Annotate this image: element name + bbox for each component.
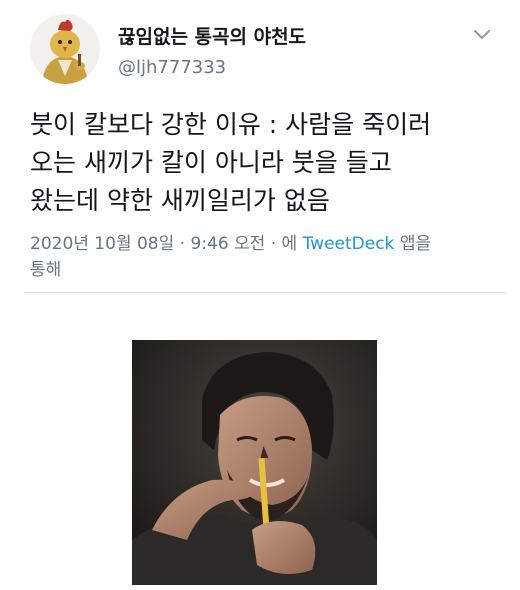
timestamp[interactable]: 2020년 10월 08일 · 9:46 오전 · 에 (30, 234, 297, 254)
source-app-link[interactable]: TweetDeck (303, 234, 395, 254)
display-name[interactable]: 끊임없는 통곡의 야천도 (118, 22, 306, 49)
tweet-card: 끊임없는 통곡의 야천도 @ljh777333 붓이 칼보다 강한 이유 : 사… (0, 0, 520, 590)
chevron-down-icon[interactable] (470, 22, 494, 46)
avatar-cartoon-icon (30, 14, 100, 84)
tweet-media-photo[interactable] (132, 340, 377, 585)
photo-man-holding-pencil-icon (132, 340, 377, 585)
source-app-suffix: 앱을 (399, 234, 432, 254)
user-handle[interactable]: @ljh777333 (118, 57, 226, 78)
tweet-metadata: 2020년 10월 08일 · 9:46 오전 · 에 TweetDeck 앱을… (30, 231, 500, 283)
avatar[interactable] (30, 14, 100, 84)
divider (24, 292, 506, 293)
tweet-text: 붓이 칼보다 강한 이유 : 사람을 죽이러 오는 새끼가 칼이 아니라 붓을 … (30, 106, 500, 220)
tweet-text-line: 붓이 칼보다 강한 이유 : 사람을 죽이러 (30, 110, 432, 139)
tweet-text-line: 왔는데 약한 새끼일리가 없음 (30, 186, 330, 215)
tweet-text-line: 오는 새끼가 칼이 아니라 붓을 들고 (30, 148, 392, 177)
metadata-row: 2020년 10월 08일 · 9:46 오전 · 에 TweetDeck 앱을 (30, 231, 500, 257)
metadata-row-2: 통해 (30, 260, 62, 280)
